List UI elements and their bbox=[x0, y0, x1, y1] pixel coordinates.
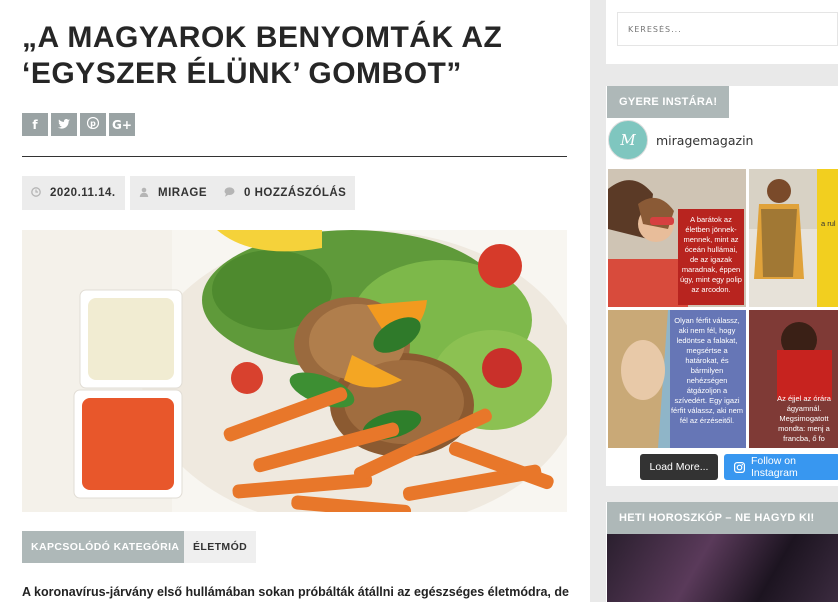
pinterest-share-button[interactable]: p bbox=[80, 113, 106, 136]
post-comments[interactable]: 0 HOZZÁSZÓLÁS bbox=[215, 176, 356, 210]
instagram-post-3-quote: Olyan férfit válassz, aki nem fél, hogy … bbox=[670, 316, 744, 425]
facebook-icon: f bbox=[32, 117, 38, 132]
instagram-post-4[interactable]: Az éjjel az órára ágyamnál. Megsimogatot… bbox=[749, 310, 838, 448]
twitter-share-button[interactable] bbox=[51, 113, 77, 136]
comment-icon bbox=[224, 186, 235, 200]
instagram-grid: A barátok az életben jönnek-mennek, mint… bbox=[608, 169, 838, 449]
article-body-text: A koronavírus-járvány első hullámában so… bbox=[22, 585, 569, 599]
instagram-widget-title-text: GYERE INSTÁRA! bbox=[619, 96, 718, 108]
google-plus-share-button[interactable]: G+ bbox=[109, 113, 135, 136]
post-author-text: MIRAGE bbox=[158, 187, 207, 199]
instagram-post-2-text: a rul bbox=[821, 219, 836, 228]
horoscope-widget: HETI HOROSZKÓP – NE HAGYD KI! bbox=[606, 502, 838, 602]
post-author[interactable]: MIRAGE bbox=[130, 176, 216, 210]
twitter-icon bbox=[58, 118, 70, 132]
instagram-icon bbox=[734, 461, 745, 473]
search-widget bbox=[606, 0, 838, 64]
share-buttons: f p G+ bbox=[22, 113, 135, 136]
instagram-post-4-quote: Az éjjel az órára ágyamnál. Megsimogatot… bbox=[777, 394, 831, 443]
instagram-post-3[interactable]: Olyan férfit válassz, aki nem fél, hogy … bbox=[608, 310, 746, 448]
post-date-text: 2020.11.14. bbox=[50, 187, 116, 199]
instagram-username[interactable]: miragemagazin bbox=[656, 133, 753, 148]
avatar[interactable]: M bbox=[608, 120, 648, 160]
related-category-label: KAPCSOLÓDÓ KATEGÓRIA bbox=[22, 531, 189, 563]
title-divider bbox=[22, 156, 567, 157]
post-comments-text: 0 HOZZÁSZÓLÁS bbox=[244, 187, 347, 199]
horoscope-widget-title: HETI HOROSZKÓP – NE HAGYD KI! bbox=[607, 502, 838, 534]
category-tag-text: ÉLETMÓD bbox=[193, 541, 248, 553]
article-column: „A magyarok benyomták az ‘egyszer élünk’… bbox=[0, 0, 590, 602]
search-input[interactable] bbox=[617, 12, 838, 46]
load-more-button[interactable]: Load More... bbox=[640, 454, 718, 480]
facebook-share-button[interactable]: f bbox=[22, 113, 48, 136]
sidebar: GYERE INSTÁRA! M miragemagazin A barátok bbox=[590, 0, 838, 602]
post-date: 2020.11.14. bbox=[22, 176, 125, 210]
article-title: „A magyarok benyomták az ‘egyszer élünk’… bbox=[22, 21, 503, 90]
follow-instagram-label: Follow on Instagram bbox=[751, 455, 798, 479]
related-category-label-text: KAPCSOLÓDÓ KATEGÓRIA bbox=[31, 541, 180, 553]
svg-text:p: p bbox=[90, 119, 96, 128]
instagram-post-2[interactable]: a rul bbox=[749, 169, 838, 307]
load-more-button-label: Load More... bbox=[649, 461, 709, 473]
horoscope-widget-title-text: HETI HOROSZKÓP – NE HAGYD KI! bbox=[619, 512, 815, 524]
category-tag-eletmod[interactable]: ÉLETMÓD bbox=[184, 531, 257, 563]
avatar-monogram: M bbox=[620, 131, 636, 149]
instagram-widget-title: GYERE INSTÁRA! bbox=[607, 86, 730, 118]
pinterest-icon: p bbox=[86, 116, 100, 132]
follow-instagram-button[interactable]: Follow on Instagram bbox=[724, 454, 838, 480]
horoscope-image[interactable] bbox=[607, 534, 838, 602]
google-plus-icon: G+ bbox=[112, 117, 132, 132]
instagram-widget: GYERE INSTÁRA! M miragemagazin A barátok bbox=[606, 86, 838, 486]
instagram-post-1-quote: A barátok az életben jönnek-mennek, mint… bbox=[680, 215, 742, 294]
user-icon bbox=[139, 187, 149, 200]
article-hero-image bbox=[22, 230, 567, 512]
instagram-profile[interactable]: M miragemagazin bbox=[608, 120, 753, 160]
instagram-post-1[interactable]: A barátok az életben jönnek-mennek, mint… bbox=[608, 169, 746, 307]
clock-icon bbox=[31, 186, 41, 200]
